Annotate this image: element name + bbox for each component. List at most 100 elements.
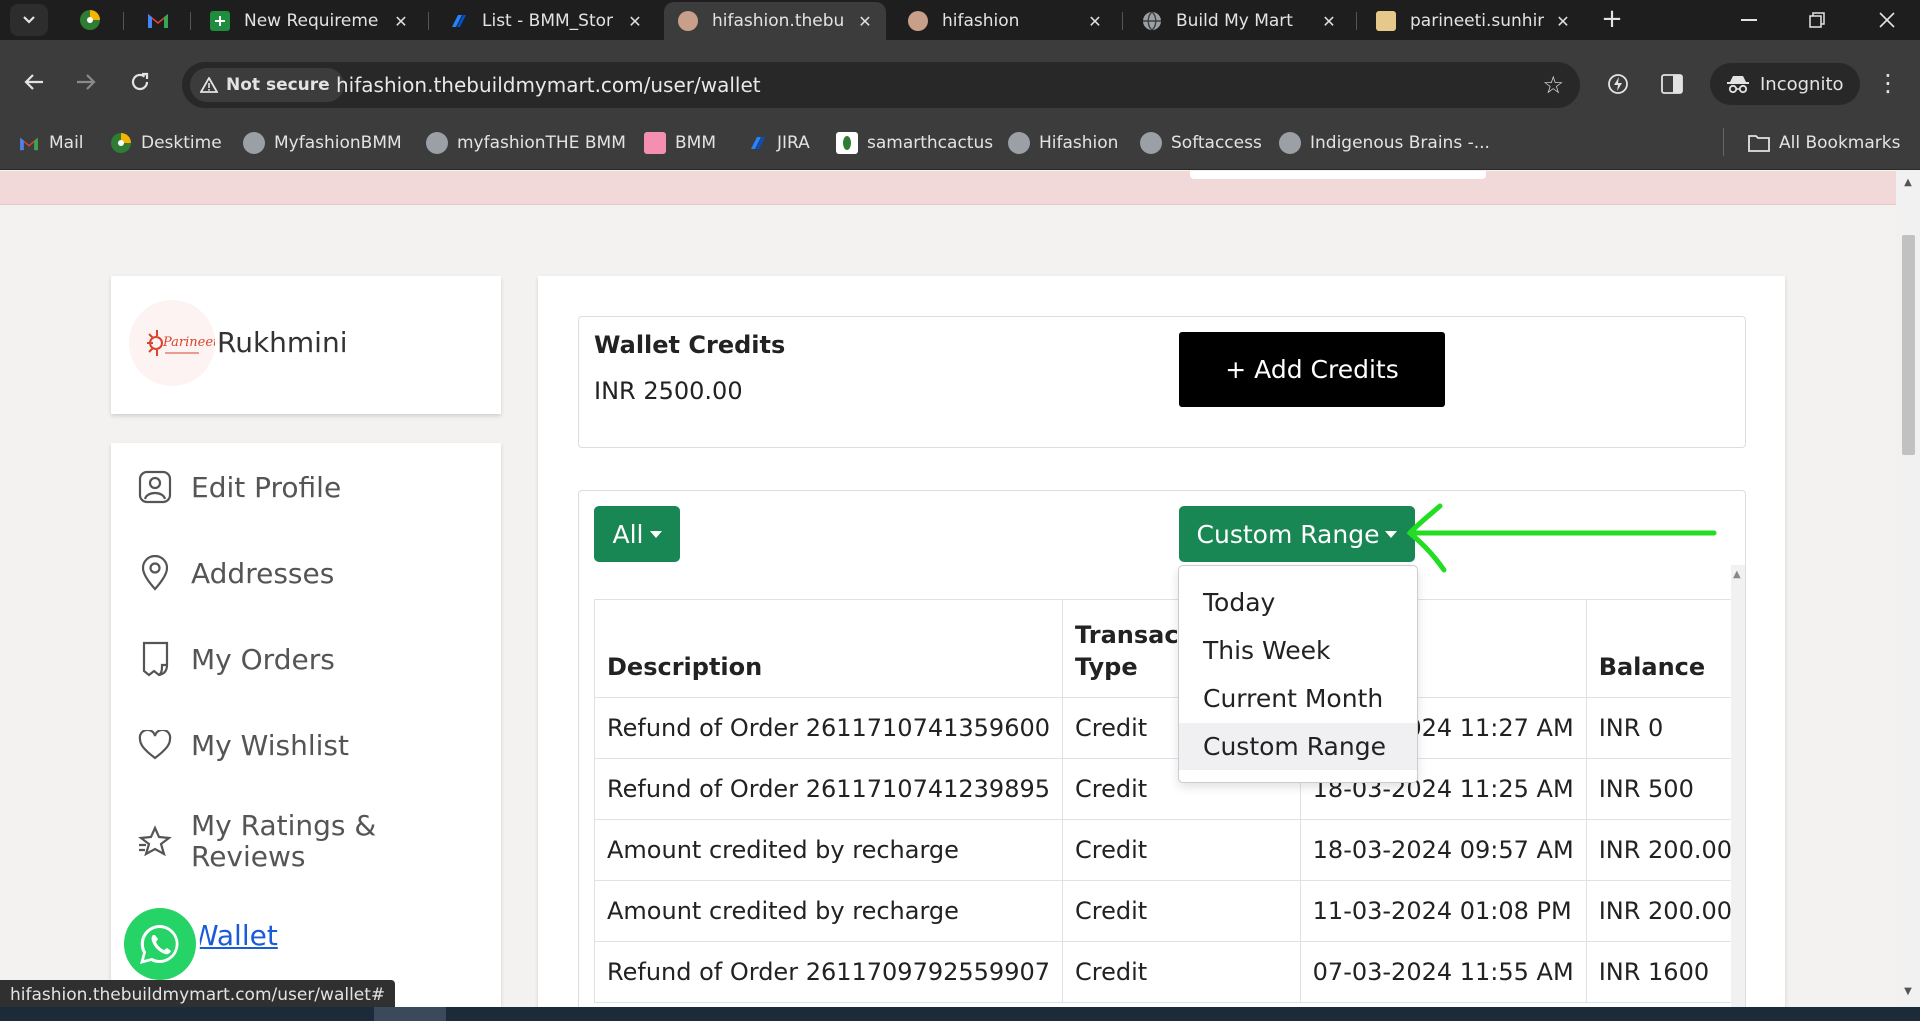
table-scrollbar[interactable]: ▲ <box>1731 565 1745 1007</box>
address-bar[interactable]: Not secure hifashion.thebuildmymart.com/… <box>182 62 1580 108</box>
range-option-current-month[interactable]: Current Month <box>1179 675 1417 722</box>
not-secure-label: Not secure <box>226 75 330 95</box>
close-icon[interactable]: ✕ <box>626 12 644 31</box>
tab-new-requirement[interactable]: New Requireme ✕ <box>196 2 422 40</box>
minimize-button[interactable] <box>1718 0 1780 40</box>
not-secure-chip[interactable]: Not secure <box>190 68 344 102</box>
tab-hifashion[interactable]: hifashion ✕ <box>894 2 1116 40</box>
scroll-down-icon[interactable]: ▼ <box>1896 986 1920 997</box>
back-button[interactable] <box>14 62 54 102</box>
date-range-menu: Today This Week Current Month Custom Ran… <box>1178 565 1418 783</box>
star-rating-icon <box>135 821 175 861</box>
bookmark-softaccess[interactable]: Softaccess <box>1140 128 1262 158</box>
restore-button[interactable] <box>1786 0 1848 40</box>
link-preview-status: hifashion.thebuildmymart.com/user/wallet… <box>0 980 396 1010</box>
close-icon <box>1879 12 1895 28</box>
tab-bmm-stories[interactable]: List - BMM_Stor ✕ <box>434 2 656 40</box>
arrow-left-icon <box>24 74 43 90</box>
warning-icon <box>200 77 218 93</box>
whatsapp-icon <box>140 924 179 964</box>
scroll-up-icon[interactable]: ▲ <box>1896 177 1920 188</box>
wallet-balance: INR 2500.00 <box>594 377 743 405</box>
bookmark-star-icon[interactable]: ☆ <box>1542 71 1564 99</box>
globe-icon <box>426 132 448 154</box>
tab-title: parineeti.sunhin <box>1410 11 1544 31</box>
taskbar-active-app[interactable] <box>374 1007 446 1021</box>
sheets-icon <box>210 11 230 31</box>
url-text[interactable]: hifashion.thebuildmymart.com/user/wallet <box>336 73 761 97</box>
bookmark-samarthcactus[interactable]: samarthcactus <box>836 128 993 158</box>
os-taskbar <box>0 1007 1920 1021</box>
pinned-tab-desktime[interactable] <box>64 4 116 36</box>
desktime-icon <box>110 132 132 154</box>
bookmark-myfashionbmm[interactable]: MyfashionBMM <box>243 128 402 158</box>
bookmark-myfashion-the-bmm[interactable]: myfashionTHE BMM <box>426 128 626 158</box>
wallet-panel: Wallet Credits INR 2500.00 + Add Credits… <box>538 276 1785 1007</box>
tab-search-button[interactable] <box>10 4 48 36</box>
page-scrollbar[interactable]: ▲ ▼ <box>1896 171 1920 1007</box>
location-pin-icon <box>135 553 175 593</box>
close-icon[interactable]: ✕ <box>1320 12 1338 31</box>
tab-build-my-mart[interactable]: Build My Mart ✕ <box>1128 2 1350 40</box>
forward-button[interactable] <box>66 62 106 102</box>
header-search-input[interactable] <box>1190 171 1486 179</box>
pinned-tab-gmail[interactable] <box>132 4 184 36</box>
range-option-custom-range[interactable]: Custom Range <box>1179 723 1417 770</box>
add-credits-button[interactable]: + Add Credits <box>1179 332 1445 407</box>
range-option-today[interactable]: Today <box>1179 579 1417 626</box>
close-icon[interactable]: ✕ <box>1086 12 1104 31</box>
close-icon[interactable]: ✕ <box>856 12 874 31</box>
bookmark-indigenous-brains[interactable]: Indigenous Brains -... <box>1279 128 1490 158</box>
logo-text: Parineeti <box>162 335 215 350</box>
arrow-right-icon <box>77 74 96 90</box>
whatsapp-chat-button[interactable] <box>124 908 196 980</box>
menu-item-my-orders[interactable]: My Orders <box>111 629 501 689</box>
reload-button[interactable] <box>120 62 160 102</box>
table-row: Amount credited by recharge Credit 11-03… <box>593 880 1745 942</box>
menu-item-my-wishlist[interactable]: My Wishlist <box>111 715 501 775</box>
caret-down-icon <box>649 530 662 538</box>
all-bookmarks-button[interactable]: All Bookmarks <box>1748 128 1900 158</box>
bookmark-mail[interactable]: Mail <box>18 128 84 158</box>
close-window-button[interactable] <box>1856 0 1918 40</box>
menu-item-ratings-reviews[interactable]: My Ratings & Reviews <box>111 799 501 883</box>
browser-tab-bar: New Requireme ✕ List - BMM_Stor ✕ hifash… <box>0 0 1920 40</box>
bookmark-desktime[interactable]: Desktime <box>110 128 222 158</box>
globe-icon <box>1142 11 1162 31</box>
date-range-dropdown[interactable]: Custom Range <box>1179 506 1415 562</box>
parineeti-icon <box>1376 11 1396 31</box>
globe-icon <box>243 132 265 154</box>
cactus-icon <box>836 132 858 154</box>
type-filter-dropdown[interactable]: All <box>594 506 680 562</box>
tab-hifashion-wallet[interactable]: hifashion.thebu ✕ <box>664 2 886 40</box>
profile-card: Parineeti Rukhmini <box>111 276 501 414</box>
column-header-description: Description <box>593 599 1064 698</box>
tab-parineeti[interactable]: parineeti.sunhin ✕ <box>1362 2 1584 40</box>
bmm-icon <box>644 132 666 154</box>
tab-title: hifashion <box>942 11 1020 31</box>
bookmark-jira[interactable]: JIRA <box>746 128 810 158</box>
globe-icon <box>1279 132 1301 154</box>
scroll-up-icon[interactable]: ▲ <box>1733 569 1741 580</box>
new-tab-button[interactable]: + <box>1597 6 1627 34</box>
caret-down-icon <box>1385 530 1398 538</box>
jira-icon <box>448 11 468 31</box>
desktime-icon <box>80 10 100 30</box>
browser-menu-icon[interactable]: ⋮ <box>1870 64 1906 104</box>
range-option-this-week[interactable]: This Week <box>1179 627 1417 674</box>
menu-item-addresses[interactable]: Addresses <box>111 543 501 603</box>
side-panel-icon[interactable] <box>1652 64 1692 104</box>
header-strip <box>0 171 1896 205</box>
bookmark-bmm[interactable]: BMM <box>644 128 716 158</box>
incognito-indicator[interactable]: Incognito <box>1710 63 1860 105</box>
wallet-credits-box: Wallet Credits INR 2500.00 + Add Credits <box>578 316 1746 448</box>
performance-icon[interactable] <box>1598 64 1638 104</box>
bookmarks-divider <box>1723 128 1724 156</box>
close-icon[interactable]: ✕ <box>1554 12 1572 31</box>
browser-toolbar: Not secure hifashion.thebuildmymart.com/… <box>0 40 1920 126</box>
close-icon[interactable]: ✕ <box>392 12 410 31</box>
scroll-thumb[interactable] <box>1902 235 1915 455</box>
bookmark-hifashion[interactable]: Hifashion <box>1008 128 1118 158</box>
tab-title: List - BMM_Stor <box>482 11 614 31</box>
menu-item-edit-profile[interactable]: Edit Profile <box>111 457 501 517</box>
